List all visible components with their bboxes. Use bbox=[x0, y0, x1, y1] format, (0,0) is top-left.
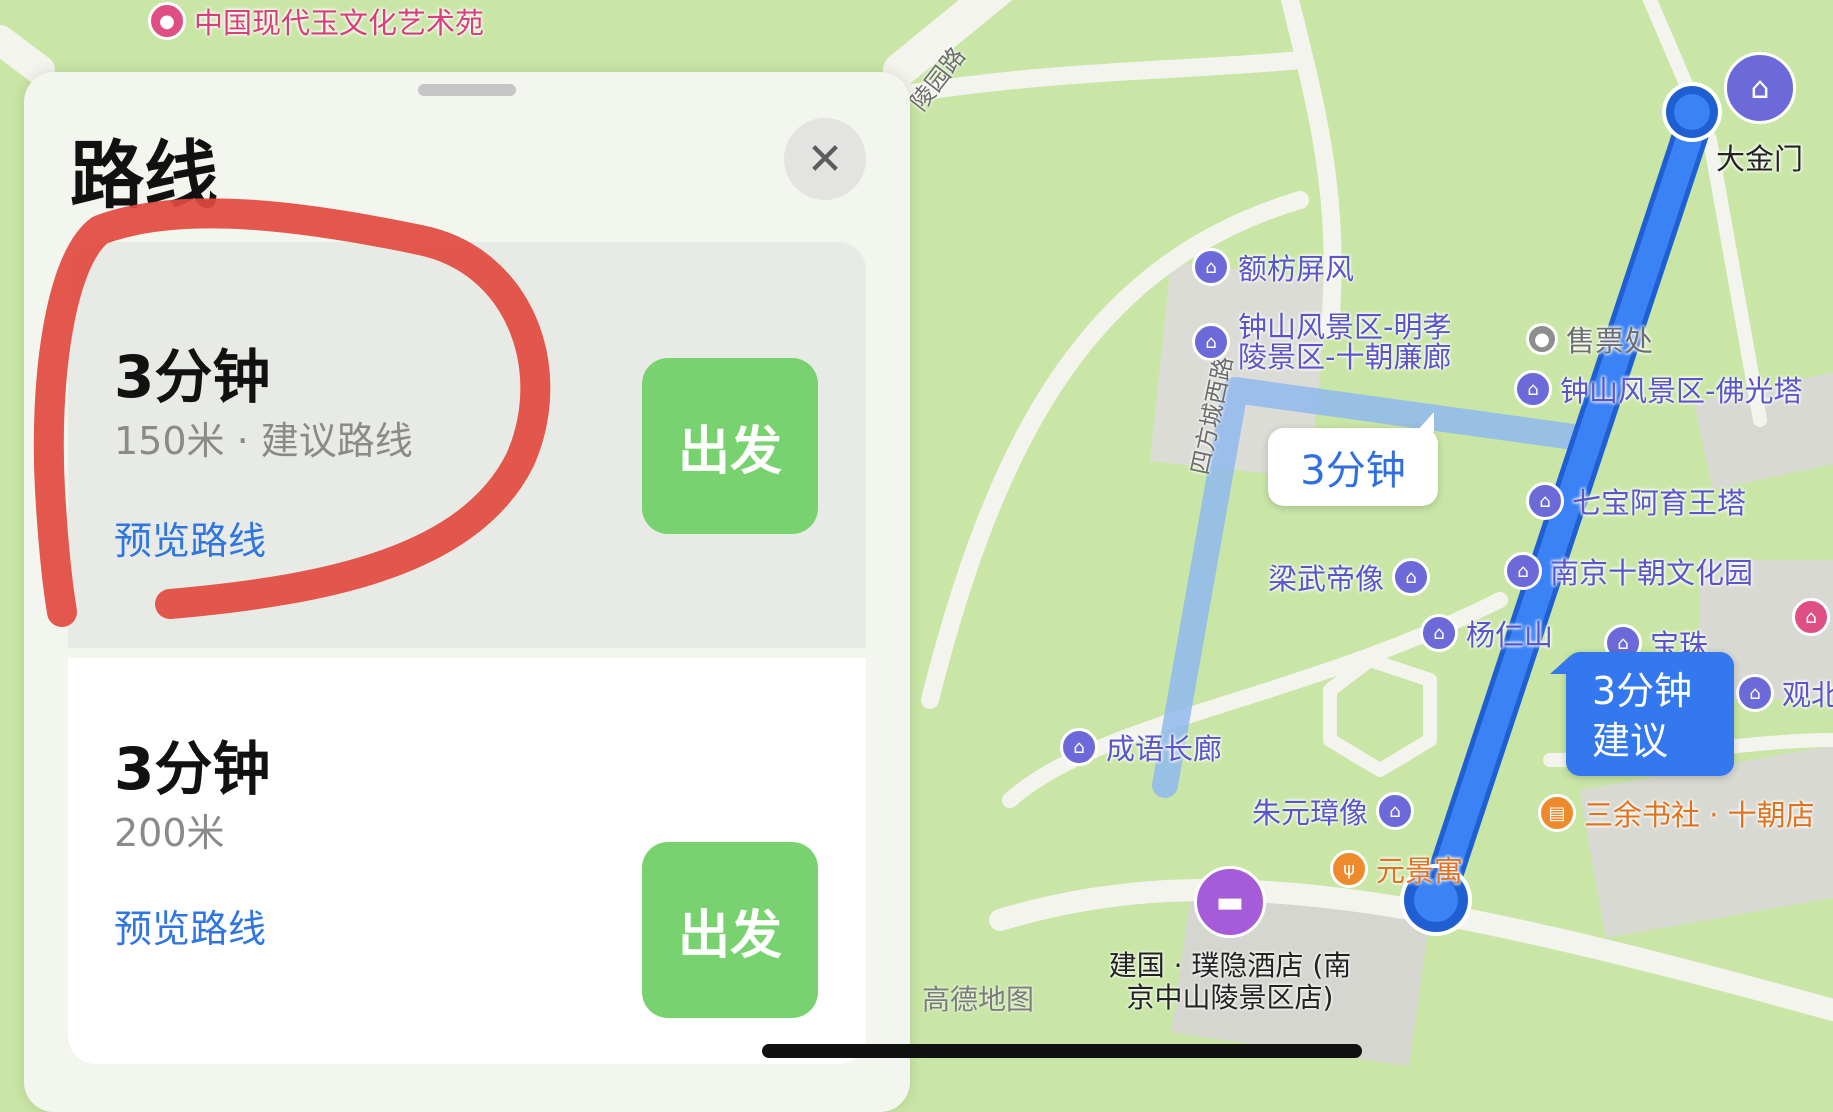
pavilion-icon: ⌂ bbox=[1192, 248, 1230, 286]
poi-yangren[interactable]: ⌂ 杨仁山 bbox=[1420, 612, 1553, 654]
pavilion-icon: ⌂ bbox=[1192, 323, 1230, 361]
poi-chengyu[interactable]: ⌂ 成语长廊 bbox=[1060, 726, 1222, 768]
poi-nanjing-shichao[interactable]: ⌂ 南京十朝文化园 bbox=[1504, 550, 1753, 592]
poi-zhongshan-ming[interactable]: ⌂ 钟山风景区-明孝 陵景区-十朝廉廊 bbox=[1192, 312, 1451, 372]
route-time: 3分钟 bbox=[114, 343, 271, 411]
restaurant-icon: ψ bbox=[1330, 850, 1368, 888]
pavilion-icon: ⌂ bbox=[1060, 728, 1098, 766]
pavilion-icon: ⌂ bbox=[1514, 370, 1552, 408]
go-button[interactable]: 出发 bbox=[642, 842, 818, 1018]
pavilion-icon: ⌂ bbox=[1420, 614, 1458, 652]
close-button[interactable]: ✕ bbox=[784, 118, 866, 200]
map-watermark: 高德地图 bbox=[922, 983, 1035, 1016]
ticket-office-icon: ● bbox=[1526, 323, 1558, 355]
poi-ticket-office[interactable]: ● 售票处 bbox=[1526, 318, 1653, 360]
preview-route-link[interactable]: 预览路线 bbox=[114, 898, 266, 953]
poi-zhuyuanzhang[interactable]: 朱元璋像 ⌂ bbox=[1252, 790, 1415, 832]
poi-dajinmen[interactable]: 大金门 bbox=[1716, 136, 1803, 178]
hotel-icon[interactable]: ▬ bbox=[1194, 866, 1266, 938]
pavilion-icon: ⌂ bbox=[1392, 558, 1431, 596]
poi-museum[interactable]: ⌂ bbox=[1792, 598, 1830, 636]
poi-hotel[interactable]: 建国 · 璞隐酒店 (南 京中山陵景区店) bbox=[1090, 950, 1370, 1014]
go-button[interactable]: 出发 bbox=[642, 358, 818, 534]
poi-qibao[interactable]: ⌂ 七宝阿育王塔 bbox=[1526, 480, 1746, 522]
preview-route-link[interactable]: 预览路线 bbox=[114, 510, 266, 565]
poi-efang[interactable]: ⌂ 额枋屏风 bbox=[1192, 246, 1354, 288]
sheet-title: 路线 bbox=[70, 133, 218, 219]
alt-route-time-callout[interactable]: 3分钟 bbox=[1268, 412, 1438, 506]
pavilion-icon[interactable]: ⌂ bbox=[1724, 52, 1796, 124]
route-detail: 200米 bbox=[114, 811, 225, 855]
pavilion-icon: ⌂ bbox=[1736, 674, 1774, 712]
poi-liangwu[interactable]: 梁武帝像 ⌂ bbox=[1268, 556, 1431, 598]
bookstore-icon: ▤ bbox=[1538, 794, 1576, 832]
pavilion-icon: ⌂ bbox=[1376, 792, 1415, 830]
suggested-route-time: 3分钟 bbox=[1592, 669, 1693, 713]
sheet-grabber[interactable] bbox=[418, 84, 516, 96]
pavilion-icon: ⌂ bbox=[1526, 482, 1564, 520]
poi-sanyu[interactable]: ▤ 三余书社 · 十朝店 bbox=[1538, 792, 1815, 834]
close-icon: ✕ bbox=[806, 133, 844, 185]
route-sheet: 路线 ✕ 3分钟 150米 · 建议路线 预览路线 出发 3分钟 200米 预览… bbox=[24, 72, 910, 1112]
suggested-route-callout[interactable]: 3分钟 建议 bbox=[1550, 652, 1734, 776]
route-detail: 150米 · 建议路线 bbox=[114, 419, 413, 463]
route-time: 3分钟 bbox=[114, 735, 271, 803]
route-option-alternate[interactable]: 3分钟 200米 预览路线 出发 bbox=[68, 658, 866, 1064]
poi-jade-park[interactable]: ● 中国现代玉文化艺术苑 bbox=[148, 0, 484, 42]
poi-foguang[interactable]: ⌂ 钟山风景区-佛光塔 bbox=[1514, 368, 1802, 410]
panda-icon: ● bbox=[148, 2, 186, 40]
poi-yuanjing[interactable]: ψ 元景寓 bbox=[1330, 848, 1463, 890]
suggested-route-label: 建议 bbox=[1592, 719, 1669, 763]
home-indicator bbox=[762, 1044, 1362, 1058]
route-option-suggested[interactable]: 3分钟 150米 · 建议路线 预览路线 出发 bbox=[68, 242, 866, 648]
pavilion-icon: ⌂ bbox=[1504, 552, 1542, 590]
poi-guanbei[interactable]: ⌂ 观北 bbox=[1736, 672, 1833, 714]
museum-icon: ⌂ bbox=[1792, 598, 1830, 636]
